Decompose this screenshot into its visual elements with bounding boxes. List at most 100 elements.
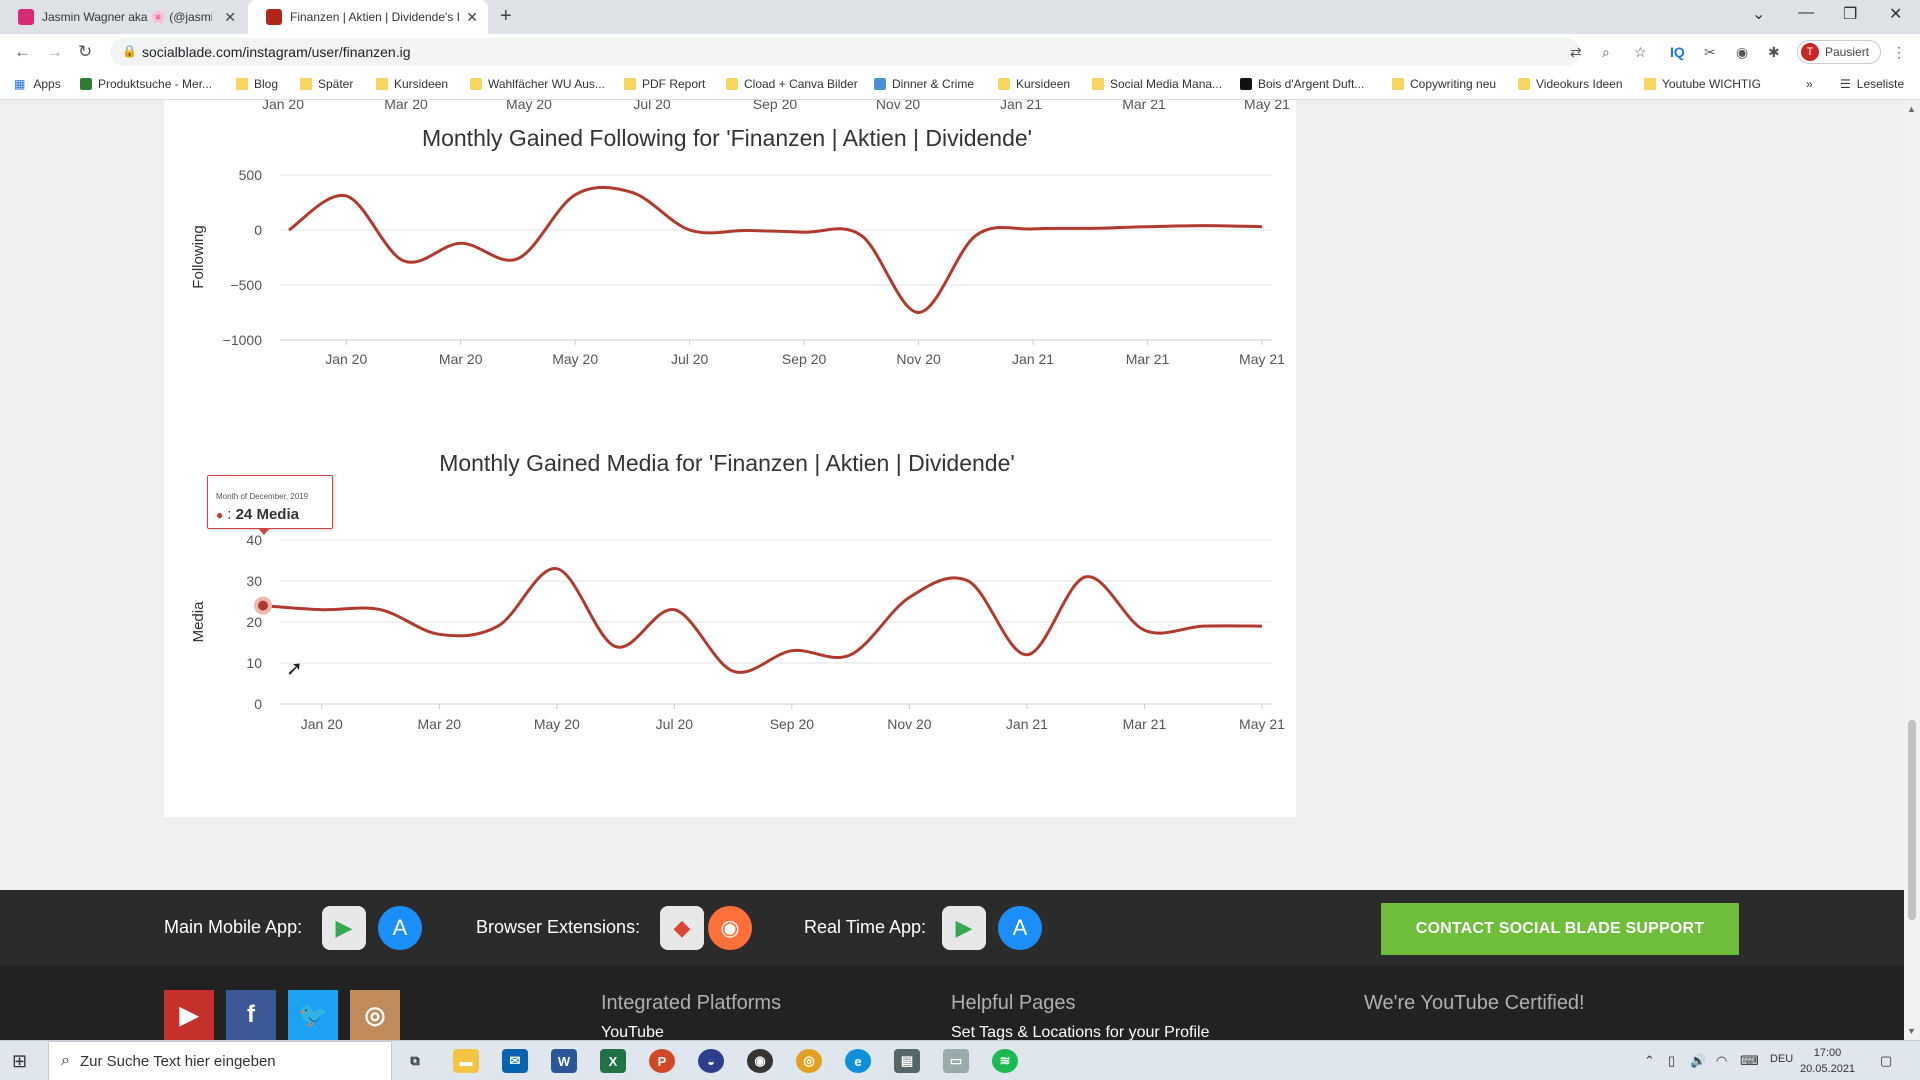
extension-icon[interactable]: ✂ [1704, 44, 1716, 61]
y-tick-label: 30 [246, 573, 262, 589]
task-view-icon[interactable]: ⧉ [402, 1049, 428, 1073]
bookmark-item[interactable]: Videokurs Ideen [1518, 77, 1623, 91]
excel-icon[interactable]: X [600, 1049, 626, 1073]
bookmark-item[interactable]: Später [300, 77, 353, 91]
bookmark-star-icon[interactable]: ☆ [1634, 44, 1647, 61]
twitter-icon[interactable]: 🐦 [288, 990, 338, 1040]
youtube-icon[interactable]: ▶ [164, 990, 214, 1040]
minimize-icon[interactable]: — [1798, 4, 1814, 22]
language-indicator[interactable]: DEU [1770, 1053, 1793, 1065]
wifi-icon[interactable]: ◠ [1716, 1053, 1727, 1069]
google-play-icon[interactable]: ▶ [322, 906, 366, 950]
contact-support-button[interactable]: CONTACT SOCIAL BLADE SUPPORT [1381, 903, 1739, 955]
bookmark-item[interactable]: Wahlfächer WU Aus... [470, 77, 605, 91]
link-set-tags[interactable]: Set Tags & Locations for your Profile [951, 1024, 1210, 1040]
data-point [1030, 226, 1036, 232]
bookmark-apps[interactable]: ▦ Apps [14, 77, 61, 91]
obs-icon[interactable]: ◉ [747, 1049, 773, 1073]
bookmark-item[interactable]: PDF Report [624, 77, 705, 91]
reload-icon[interactable]: ↻ [78, 42, 92, 62]
page-content: Jan 20 Mar 20 May 20 Jul 20 Sep 20 Nov 20 Jan … [0, 100, 1920, 1040]
bookmark-item[interactable]: Kursideen [376, 77, 448, 91]
tab-instagram[interactable]: Jasmin Wagner aka 🌸 (@jasmin ✕ [0, 0, 246, 34]
data-point [848, 652, 854, 658]
bookmark-item[interactable]: Blog [236, 77, 278, 91]
instagram-favicon-icon [18, 9, 34, 25]
tray-chevron-icon[interactable]: ⌃ [1644, 1053, 1655, 1069]
folder-icon [874, 78, 886, 90]
powerpoint-icon[interactable]: P [649, 1049, 675, 1073]
app-icon[interactable]: ◒ [698, 1049, 724, 1073]
tooltip-value: 24 Media [235, 506, 299, 523]
battery-icon[interactable]: ▯ [1668, 1053, 1675, 1069]
integrated-platforms-heading: Integrated Platforms [601, 992, 782, 1014]
profile-button[interactable]: T Pausiert [1797, 40, 1881, 64]
series-line [262, 567, 1263, 674]
extension-iq-icon[interactable]: IQ [1670, 44, 1685, 60]
data-point [378, 607, 384, 613]
zoom-icon[interactable]: ⌕ [1602, 44, 1610, 61]
chrome-extension-icon[interactable]: ◆ [660, 906, 704, 950]
firefox-extension-icon[interactable]: ◉ [708, 906, 752, 950]
spotify-icon[interactable]: ≋ [992, 1049, 1018, 1073]
facebook-icon[interactable]: f [226, 990, 276, 1040]
taskbar-clock[interactable]: 17:00 20.05.2021 [1800, 1045, 1855, 1077]
series-line [288, 185, 1263, 315]
keyboard-icon[interactable]: ⌨ [1740, 1053, 1759, 1069]
edge-icon[interactable]: e [845, 1049, 871, 1073]
back-icon[interactable]: ← [14, 42, 31, 62]
link-youtube[interactable]: YouTube [601, 1024, 664, 1040]
tab-search-icon[interactable]: ⌄ [1752, 4, 1765, 24]
scroll-thumb[interactable] [1908, 720, 1916, 920]
window-close-icon[interactable]: ✕ [1889, 4, 1902, 24]
instagram-icon[interactable]: ◎ [350, 990, 400, 1040]
y-tick-label: 500 [239, 167, 263, 183]
app-store-icon[interactable]: A [998, 906, 1042, 950]
extensions-puzzle-icon[interactable]: ✱ [1768, 44, 1780, 61]
more-bookmarks-icon[interactable]: » [1806, 77, 1813, 91]
windows-taskbar: ⊞ ⌕ Zur Suche Text hier eingeben ⧉ ▬ ✉ W… [0, 1040, 1920, 1080]
volume-icon[interactable]: 🔊 [1690, 1053, 1706, 1069]
page-scrollbar[interactable]: ▲ ▼ [1904, 100, 1920, 1040]
url-text[interactable]: socialblade.com/instagram/user/finanzen.… [142, 44, 410, 60]
reading-list[interactable]: ☰ Leseliste [1840, 77, 1904, 91]
apps-grid-icon: ▦ [14, 77, 26, 91]
bookmark-item[interactable]: Bois d'Argent Duft... [1240, 77, 1364, 91]
notifications-icon[interactable]: ▢ [1880, 1053, 1892, 1069]
bookmark-item[interactable]: Copywriting neu [1392, 77, 1496, 91]
bookmark-item[interactable]: Dinner & Crime [874, 77, 974, 91]
menu-dots-icon[interactable]: ⋮ [1892, 44, 1906, 61]
bookmark-item[interactable]: Kursideen [998, 77, 1070, 91]
new-tab-icon[interactable]: + [500, 5, 512, 28]
app-store-icon[interactable]: A [378, 906, 422, 950]
extension-icon[interactable]: ◉ [1736, 44, 1748, 61]
windows-start-icon[interactable]: ⊞ [12, 1051, 27, 1072]
file-explorer-icon[interactable]: ▬ [453, 1049, 479, 1073]
close-tab-icon[interactable]: ✕ [224, 9, 236, 26]
forward-icon[interactable]: → [46, 42, 63, 62]
google-play-icon[interactable]: ▶ [942, 906, 986, 950]
scroll-up-icon[interactable]: ▲ [1907, 104, 1916, 114]
folder-icon [726, 78, 738, 90]
tab-socialblade[interactable]: Finanzen | Aktien | Dividende's In ✕ [248, 0, 488, 34]
data-point [906, 594, 912, 600]
chrome-icon[interactable]: ◎ [796, 1049, 822, 1073]
folder-icon [1392, 78, 1404, 90]
data-point [730, 668, 736, 674]
bookmark-item[interactable]: Youtube WICHTIG [1644, 77, 1761, 91]
bookmark-item[interactable]: Social Media Mana... [1092, 77, 1222, 91]
mail-icon[interactable]: ✉ [502, 1049, 528, 1073]
bookmark-item[interactable]: Produktsuche - Mer... [80, 77, 212, 91]
restore-icon[interactable]: ❐ [1843, 4, 1857, 24]
taskbar-search-input[interactable]: ⌕ Zur Suche Text hier eingeben [48, 1041, 392, 1080]
folder-icon [1644, 78, 1656, 90]
clock-time: 17:00 [1813, 1047, 1842, 1059]
close-tab-icon[interactable]: ✕ [466, 9, 478, 26]
word-icon[interactable]: W [551, 1049, 577, 1073]
bookmark-item[interactable]: Cload + Canva Bilder [726, 77, 858, 91]
url-field[interactable]: 🔒 socialblade.com/instagram/user/finanze… [110, 38, 1647, 66]
notepad-icon[interactable]: ▭ [943, 1049, 969, 1073]
scroll-down-icon[interactable]: ▼ [1907, 1026, 1916, 1036]
app-icon[interactable]: ▤ [894, 1049, 920, 1073]
translate-icon[interactable]: ⇄ [1570, 44, 1582, 61]
